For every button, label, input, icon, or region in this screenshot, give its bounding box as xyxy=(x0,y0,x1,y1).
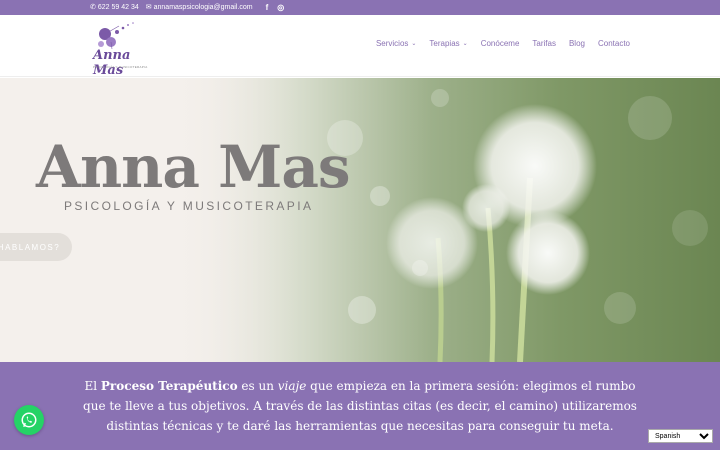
nav-label: Contacto xyxy=(597,39,630,48)
whatsapp-icon xyxy=(21,412,37,428)
dandelion-logo-icon xyxy=(98,22,134,50)
nav-label: Blog xyxy=(568,39,585,48)
hero-title: Anna Mas xyxy=(36,133,351,201)
nav-item-tarifas[interactable]: Tarifas xyxy=(532,39,556,48)
email-address: annamaspsicologia@gmail.com xyxy=(153,4,253,11)
phone-number: 622 59 42 34 xyxy=(97,4,139,11)
hero-subtitle: PSICOLOGÍA Y MUSICOTERAPIA xyxy=(64,199,314,213)
facebook-icon[interactable]: f xyxy=(266,3,269,12)
nav-item-servicios[interactable]: Servicios ⌄ xyxy=(376,39,416,48)
instagram-icon[interactable]: ◎ xyxy=(277,3,284,12)
intro-band: El Proceso Terapéutico es un viaje que e… xyxy=(0,362,720,450)
whatsapp-button[interactable] xyxy=(14,405,44,435)
intro-bold-text: Proceso Terapéutico xyxy=(100,379,238,393)
site-header: Anna Mas PSICOLOGÍA Y MUSICOTERAPIA Serv… xyxy=(0,15,720,78)
hero-banner: Anna Mas PSICOLOGÍA Y MUSICOTERAPIA HABL… xyxy=(0,78,720,362)
nav-item-contacto[interactable]: Contacto xyxy=(598,39,630,48)
intro-italic-text: viaje xyxy=(277,379,307,393)
top-bar-content: ✆ 622 59 42 34 ✉ annamaspsicologia@gmail… xyxy=(90,0,284,15)
email-icon: ✉ xyxy=(145,4,152,11)
site-logo[interactable]: Anna Mas PSICOLOGÍA Y MUSICOTERAPIA xyxy=(91,20,157,78)
nav-label: Servicios xyxy=(375,39,409,48)
phone-contact[interactable]: ✆ 622 59 42 34 xyxy=(90,4,139,11)
top-bar: ✆ 622 59 42 34 ✉ annamaspsicologia@gmail… xyxy=(0,0,720,15)
nav-item-blog[interactable]: Blog xyxy=(569,39,585,48)
contact-cta-button[interactable]: HABLAMOS? xyxy=(0,233,72,261)
email-contact[interactable]: ✉ annamaspsicologia@gmail.com xyxy=(146,4,253,11)
language-select[interactable]: Spanish xyxy=(648,429,713,443)
social-links: f ◎ xyxy=(266,3,285,12)
main-nav: Servicios ⌄ Terapias ⌄ Conóceme Tarifas … xyxy=(376,39,630,48)
intro-text: es un xyxy=(237,379,278,393)
nav-item-conoceme[interactable]: Conóceme xyxy=(481,39,520,48)
intro-text: El xyxy=(84,379,101,393)
nav-label: Terapias xyxy=(429,39,460,48)
phone-icon: ✆ xyxy=(90,4,96,11)
nav-item-terapias[interactable]: Terapias ⌄ xyxy=(429,39,467,48)
intro-paragraph: El Proceso Terapéutico es un viaje que e… xyxy=(80,376,640,436)
nav-label: Conóceme xyxy=(480,39,520,48)
logo-name: Anna Mas xyxy=(93,48,131,78)
chevron-down-icon: ⌄ xyxy=(462,41,468,47)
logo-tagline: PSICOLOGÍA Y MUSICOTERAPIA xyxy=(93,65,148,69)
hero-fade-overlay xyxy=(0,78,300,362)
nav-label: Tarifas xyxy=(532,39,556,48)
chevron-down-icon: ⌄ xyxy=(411,41,417,47)
